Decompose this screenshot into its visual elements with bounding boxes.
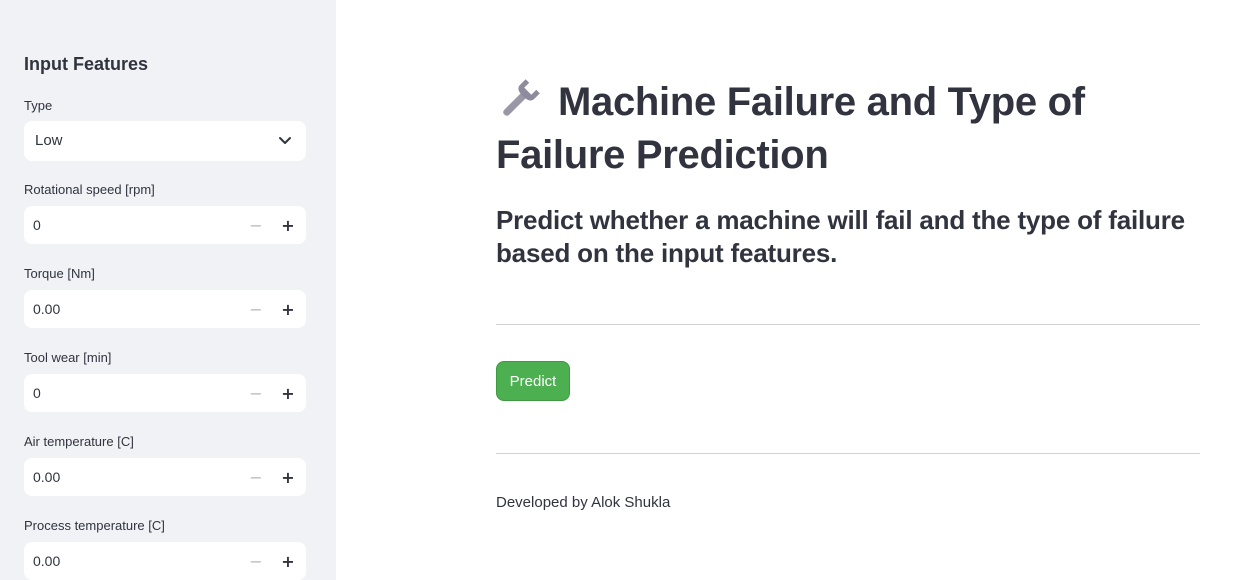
rotational-speed-input[interactable] [24,206,244,244]
footer-credit: Developed by Alok Shukla [496,494,671,511]
torque-increment-button[interactable]: + [272,290,304,328]
process-temperature-increment-button[interactable]: + [272,542,304,580]
rotational-speed-field: − + [24,206,306,244]
tool-wear-increment-button[interactable]: + [272,374,304,412]
tool-wear-input[interactable] [24,374,244,412]
wrench-icon [496,77,544,121]
tool-wear-decrement-button[interactable]: − [240,374,272,412]
sidebar-heading: Input Features [24,54,149,74]
type-label: Type [24,98,53,113]
divider-top [496,324,1200,325]
air-temperature-field: − + [24,458,306,496]
air-temperature-label: Air temperature [C] [24,434,134,449]
predict-button[interactable]: Predict [496,361,570,401]
air-temperature-increment-button[interactable]: + [272,458,304,496]
process-temperature-decrement-button[interactable]: − [240,542,272,580]
divider-bottom [496,453,1200,454]
process-temperature-field: − + [24,542,306,580]
page-title: Machine Failure and Type of Failure Pred… [496,76,1196,182]
torque-field: − + [24,290,306,328]
page-subtitle: Predict whether a machine will fail and … [496,205,1185,268]
tool-wear-label: Tool wear [min] [24,350,112,365]
air-temperature-decrement-button[interactable]: − [240,458,272,496]
rotational-speed-label: Rotational speed [rpm] [24,182,155,197]
rotational-speed-increment-button[interactable]: + [272,206,304,244]
air-temperature-input[interactable] [24,458,244,496]
app-root: Input Features Type Low Rotational speed… [0,0,1236,580]
torque-input[interactable] [24,290,244,328]
type-select[interactable]: Low [24,121,306,161]
torque-label: Torque [Nm] [24,266,95,281]
main-content: Machine Failure and Type of Failure Pred… [336,0,1236,580]
sidebar: Input Features Type Low Rotational speed… [0,0,336,580]
rotational-speed-decrement-button[interactable]: − [240,206,272,244]
page-title-text: Machine Failure and Type of Failure Pred… [496,80,1085,177]
tool-wear-field: − + [24,374,306,412]
torque-decrement-button[interactable]: − [240,290,272,328]
process-temperature-input[interactable] [24,542,244,580]
type-select-value: Low [35,132,63,149]
chevron-down-icon [278,133,292,147]
process-temperature-label: Process temperature [C] [24,518,165,533]
